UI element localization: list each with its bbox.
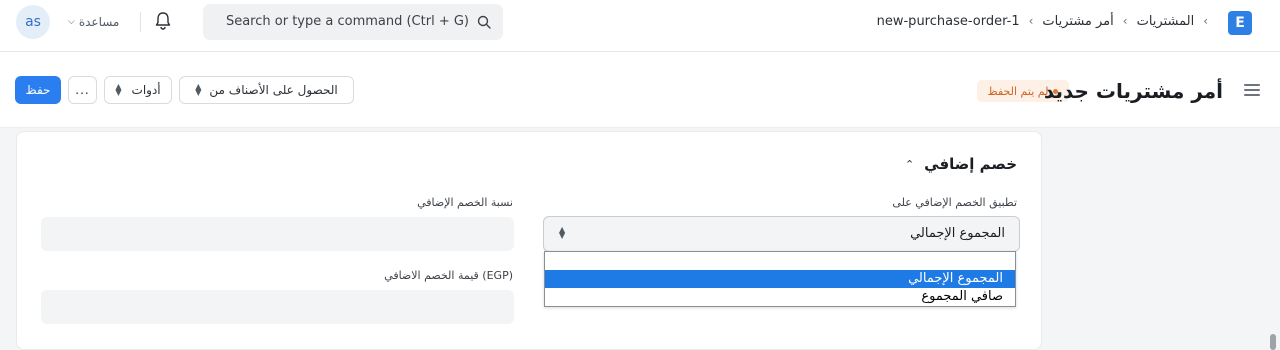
section-header[interactable]: ⌃ خصم إضافي (905, 153, 1017, 175)
search-icon (477, 15, 491, 29)
breadcrumb-item-purchase-order[interactable]: أمر مشتريات (1042, 14, 1113, 29)
apply-discount-on-options: المجموع الإجمالي صافي المجموع (544, 251, 1016, 307)
more-actions-button[interactable]: ... (68, 76, 97, 104)
bell-icon[interactable] (154, 11, 172, 31)
chevron-left-icon: ‹ (1122, 14, 1128, 28)
updown-icon: ▲ ▼ (195, 82, 202, 97)
dropdown-option-grand-total[interactable]: المجموع الإجمالي (545, 270, 1015, 288)
get-items-from-button[interactable]: ▲ ▼ الحصول على الأصناف من (179, 76, 354, 104)
page-scrollbar[interactable] (1270, 334, 1276, 350)
get-items-label: الحصول على الأصناف من (209, 83, 338, 97)
tools-label: أدوات (131, 83, 161, 97)
chevron-down-icon: ⌵ (68, 17, 75, 27)
status-badge-label: لم يتم الحفظ (987, 84, 1049, 98)
breadcrumb-item-buying[interactable]: المشتريات (1137, 14, 1195, 29)
search-bar[interactable]: Search or type a command (Ctrl + G) (203, 4, 503, 40)
page-title: أمر مشتريات جديد (1043, 79, 1223, 103)
breadcrumb-item-current[interactable]: new-purchase-order-1 (877, 14, 1020, 29)
search-input[interactable]: Search or type a command (Ctrl + G) (203, 4, 469, 40)
discount-percentage-label: نسبة الخصم الإضافي (417, 196, 513, 209)
discount-percentage-field[interactable] (41, 217, 514, 251)
updown-icon: ▲ ▼ (115, 82, 122, 97)
save-button[interactable]: حفظ (15, 76, 61, 104)
hamburger-menu-icon[interactable] (1244, 84, 1260, 96)
updown-icon: ▲ ▼ (559, 225, 566, 240)
dropdown-option-net-total[interactable]: صافي المجموع (545, 288, 1015, 306)
apply-discount-on-select[interactable]: ▲ ▼ المجموع الإجمالي (543, 216, 1020, 252)
apply-discount-on-label: تطبيق الخصم الإضافي على (892, 196, 1017, 209)
chevron-up-icon: ⌃ (904, 157, 915, 171)
apply-discount-on-value: المجموع الإجمالي (910, 226, 1005, 241)
navbar: as ⌵ مساعدة Search or type a command (Ct… (0, 0, 1280, 52)
discount-amount-field[interactable] (41, 290, 514, 324)
help-dropdown[interactable]: ⌵ مساعدة (68, 12, 119, 32)
form-section-card: ⌃ خصم إضافي تطبيق الخصم الإضافي على ▲ ▼ ا… (16, 131, 1042, 350)
avatar[interactable]: as (16, 5, 50, 39)
help-label: مساعدة (78, 15, 120, 29)
discount-amount-label: قيمة الخصم الاضافي (EGP) (384, 269, 513, 282)
section-title: خصم إضافي (924, 155, 1017, 173)
navbar-divider (140, 12, 141, 32)
tools-button[interactable]: ▲ ▼ أدوات (104, 76, 172, 104)
page-head: حفظ ... ▲ ▼ أدوات ▲ ▼ الحصول على الأصناف م… (0, 52, 1280, 128)
dropdown-option-empty[interactable] (545, 252, 1015, 270)
chevron-left-icon: ‹ (1028, 14, 1034, 28)
app-logo[interactable]: E (1228, 11, 1252, 35)
breadcrumb: new-purchase-order-1 ‹ أمر مشتريات ‹ الم… (877, 10, 1208, 32)
chevron-left-icon: ‹ (1203, 14, 1208, 28)
